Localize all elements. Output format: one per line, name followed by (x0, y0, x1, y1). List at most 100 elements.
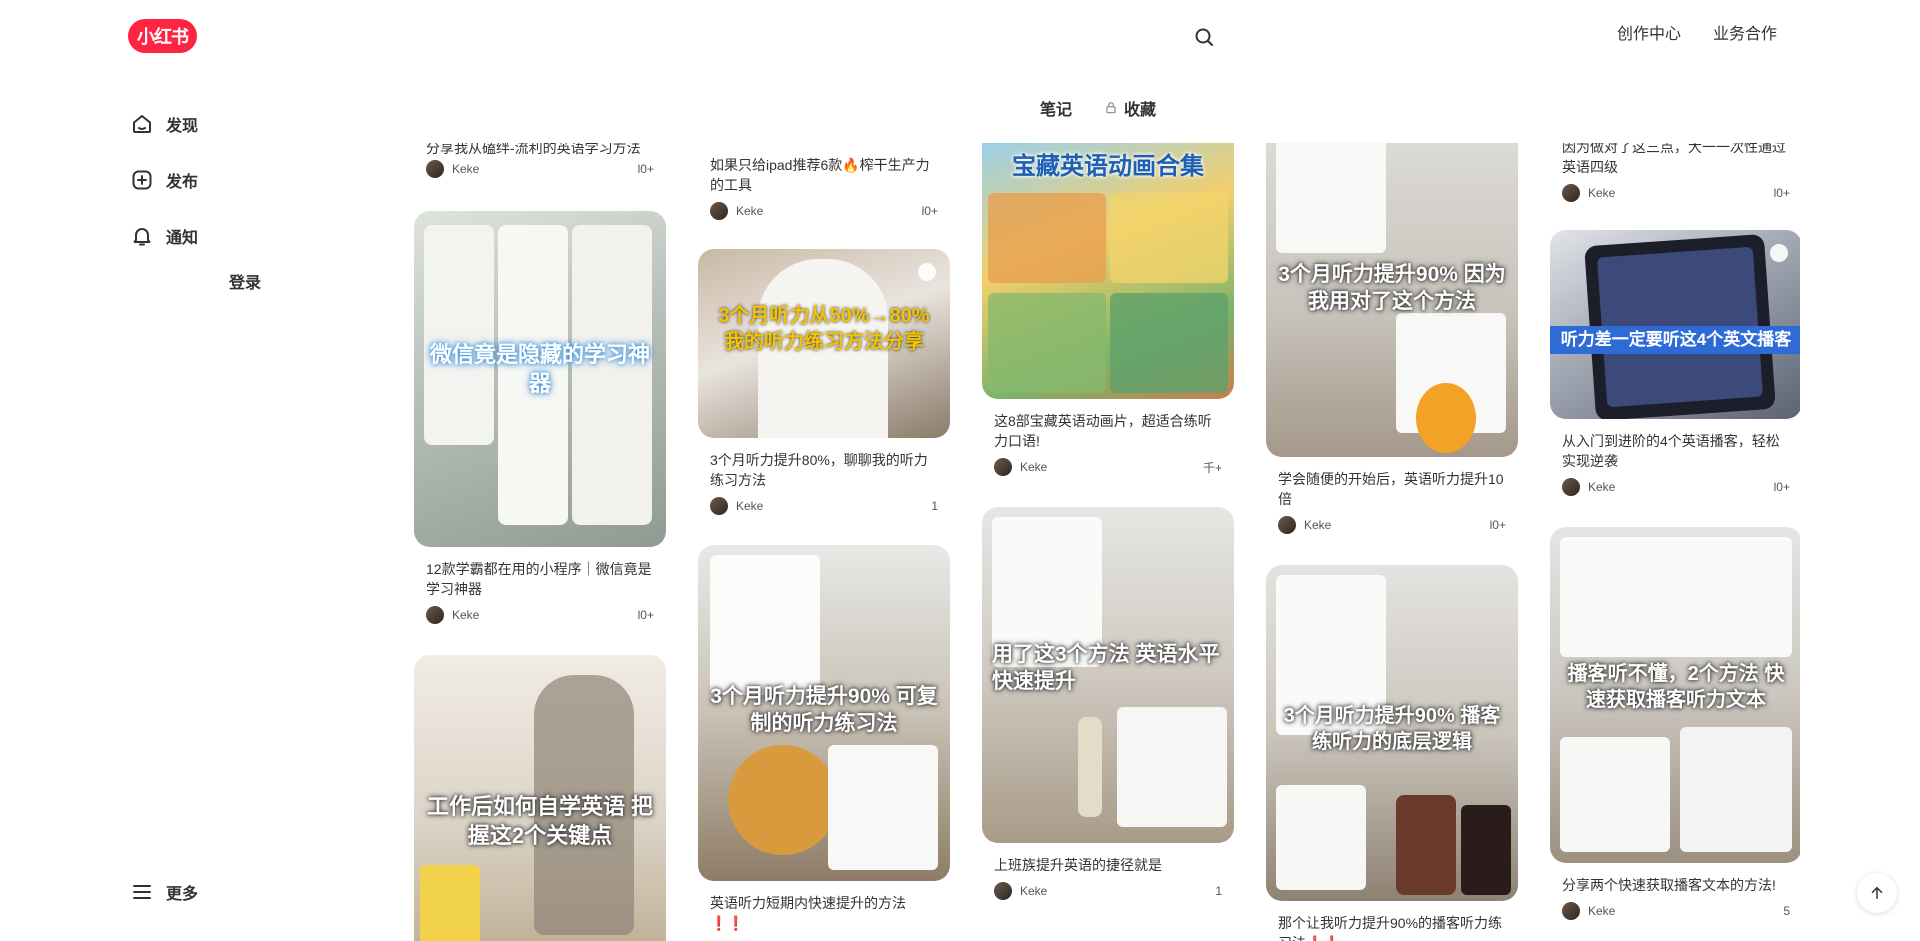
note-card[interactable]: 3个月听力提升90% 可复制的听力练习法 英语听力短期内快速提升的方法❗️❗️ (698, 545, 950, 933)
plus-square-icon (132, 170, 152, 190)
note-cover[interactable]: 用了这3个方法 英语水平快速提升 (982, 507, 1234, 843)
cover-text: 3个月听力提升90% 播客练听力的底层逻辑 (1283, 705, 1501, 753)
like-count[interactable]: l0+ (638, 608, 654, 622)
sidebar: 发现 发布 通知 (128, 96, 368, 264)
business-link[interactable]: 业务合作 (1713, 25, 1777, 45)
note-title: 因为做对了这三点，大一一次性通过英语四级 (1562, 143, 1786, 175)
note-card[interactable]: 3个月听力提升90% 因为我用对了这个方法 学会随便的开始后，英语听力提升10倍… (1266, 143, 1518, 535)
tab-label: 收藏 (1124, 102, 1157, 119)
note-cover[interactable]: 3个月听力提升90% 播客练听力的底层逻辑 (1266, 565, 1518, 901)
cover-text: 用了这3个方法 英语水平快速提升 (992, 643, 1220, 694)
cover-text: 听力差一定要听这4个英文播客 (1550, 326, 1800, 355)
note-card[interactable]: 3个月听力从50%→80% 我的听力练习方法分享 3个月听力提升80%，聊聊我的… (698, 249, 950, 516)
avatar[interactable] (1278, 516, 1296, 534)
note-title: 上班族提升英语的捷径就是 (994, 857, 1162, 873)
like-count[interactable]: 5 (1783, 904, 1790, 918)
note-title: 那个让我听力提升90%的播客听力练习法❗️❗️ (1278, 915, 1503, 941)
author-name[interactable]: Keke (452, 162, 638, 176)
note-cover[interactable]: 宝藏英语动画合集 (982, 143, 1234, 399)
note-cover[interactable]: 微信竟是隐藏的学习神器 (414, 211, 666, 547)
cover-text: 工作后如何自学英语 把握这2个关键点 (426, 794, 654, 848)
note-card[interactable]: 微信竟是隐藏的学习神器 12款学霸都在用的小程序｜微信竟是学习神器 Keke l… (414, 211, 666, 625)
like-count[interactable]: l0+ (638, 162, 654, 176)
avatar[interactable] (710, 497, 728, 515)
note-cover[interactable]: 3个月听力从50%→80% 我的听力练习方法分享 (698, 249, 950, 438)
login-button[interactable]: 登录 (210, 266, 280, 296)
notes-feed: 分享我从磕绊-流利的英语学习方法 Keke l0+ 微信竟是隐藏的学习神器 12… (410, 143, 1800, 941)
like-count[interactable]: 1 (931, 499, 938, 513)
like-count[interactable]: l0+ (922, 204, 938, 218)
cover-text: 3个月听力从50%→80% 我的听力练习方法分享 (718, 305, 930, 353)
author-name[interactable]: Keke (1020, 460, 1203, 474)
note-card[interactable]: 播客听不懂，2个方法 快速获取播客听力文本 分享两个快速获取播客文本的方法! K… (1550, 527, 1800, 921)
bell-icon (133, 228, 151, 246)
avatar[interactable] (1562, 184, 1580, 202)
like-count[interactable]: l0+ (1490, 518, 1506, 532)
author-name[interactable]: Keke (1304, 518, 1490, 532)
cover-text: 微信竟是隐藏的学习神器 (429, 342, 650, 396)
note-card[interactable]: 因为做对了这三点，大一一次性通过英语四级 Keke l0+ (1550, 143, 1800, 203)
like-count[interactable]: l0+ (1774, 480, 1790, 494)
like-count[interactable]: 千+ (1203, 459, 1222, 476)
tab-notes[interactable]: 笔记 (1040, 96, 1072, 120)
note-title: 分享我从磕绊-流利的英语学习方法 (426, 143, 641, 155)
creator-center-link[interactable]: 创作中心 (1617, 25, 1681, 45)
avatar[interactable] (1562, 478, 1580, 496)
note-card[interactable]: 宝藏英语动画合集 这8部宝藏英语动画片，超适合练听力口语! Keke 千+ (982, 143, 1234, 477)
note-title: 英语听力短期内快速提升的方法❗️❗️ (710, 895, 906, 931)
author-name[interactable]: Keke (736, 204, 922, 218)
more-menu-button[interactable]: 更多 (128, 880, 198, 904)
like-count[interactable]: l0+ (1774, 186, 1790, 200)
cover-text: 播客听不懂，2个方法 快速获取播客听力文本 (1567, 663, 1785, 711)
home-icon (133, 115, 151, 133)
author-name[interactable]: Keke (1588, 186, 1774, 200)
author-name[interactable]: Keke (1588, 480, 1774, 494)
tab-label: 笔记 (1040, 102, 1073, 119)
cover-text: 3个月听力提升90% 因为我用对了这个方法 (1278, 263, 1506, 314)
note-card[interactable]: 如果只给ipad推荐6款🔥榨干生产力的工具 Keke l0+ (698, 155, 950, 221)
note-card[interactable]: 工作后如何自学英语 把握这2个关键点 (414, 655, 666, 941)
lock-icon (1106, 102, 1116, 114)
note-cover[interactable]: 播客听不懂，2个方法 快速获取播客听力文本 (1550, 527, 1800, 863)
note-title: 学会随便的开始后，英语听力提升10倍 (1278, 471, 1504, 507)
note-cover[interactable]: 听力差一定要听这4个英文播客 (1550, 230, 1800, 419)
avatar[interactable] (426, 160, 444, 178)
note-card[interactable]: 分享我从磕绊-流利的英语学习方法 Keke l0+ (414, 143, 666, 179)
note-title: 如果只给ipad推荐6款🔥榨干生产力的工具 (710, 157, 930, 193)
avatar[interactable] (1562, 902, 1580, 920)
logo[interactable]: 小红书 (128, 19, 197, 53)
cover-text: 3个月听力提升90% 可复制的听力练习法 (710, 685, 938, 736)
search-icon[interactable] (1192, 25, 1216, 49)
note-cover[interactable]: 3个月听力提升90% 可复制的听力练习法 (698, 545, 950, 881)
note-card[interactable]: 3个月听力提升90% 播客练听力的底层逻辑 那个让我听力提升90%的播客听力练习… (1266, 565, 1518, 941)
note-cover[interactable]: 工作后如何自学英语 把握这2个关键点 (414, 655, 666, 941)
menu-icon (133, 885, 151, 899)
sidebar-item-discover[interactable]: 发现 (128, 96, 368, 152)
profile-tabs: 笔记 收藏 (1040, 96, 1156, 120)
avatar[interactable] (994, 882, 1012, 900)
author-name[interactable]: Keke (1020, 884, 1215, 898)
author-name[interactable]: Keke (736, 499, 931, 513)
more-label: 更多 (166, 886, 199, 903)
note-title: 分享两个快速获取播客文本的方法! (1562, 877, 1776, 893)
note-cover[interactable]: 3个月听力提升90% 因为我用对了这个方法 (1266, 143, 1518, 457)
note-card[interactable]: 听力差一定要听这4个英文播客 从入门到进阶的4个英语播客，轻松实现逆袭 Keke… (1550, 230, 1800, 497)
tab-collections[interactable]: 收藏 (1104, 96, 1156, 120)
note-title: 从入门到进阶的4个英语播客，轻松实现逆袭 (1562, 433, 1780, 469)
like-count[interactable]: 1 (1215, 884, 1222, 898)
cover-text: 宝藏英语动画合集 (1012, 153, 1204, 180)
avatar[interactable] (710, 202, 728, 220)
avatar[interactable] (994, 458, 1012, 476)
author-name[interactable]: Keke (452, 608, 638, 622)
sidebar-item-label: 发现 (166, 118, 199, 135)
note-card[interactable]: 用了这3个方法 英语水平快速提升 上班族提升英语的捷径就是 Keke 1 (982, 507, 1234, 901)
author-name[interactable]: Keke (1588, 904, 1783, 918)
note-title: 这8部宝藏英语动画片，超适合练听力口语! (994, 413, 1212, 449)
sidebar-item-notifications[interactable]: 通知 (128, 208, 368, 264)
avatar[interactable] (426, 606, 444, 624)
sidebar-item-label: 通知 (166, 230, 199, 247)
sidebar-item-label: 发布 (166, 174, 199, 191)
back-to-top-button[interactable] (1857, 873, 1897, 913)
sidebar-item-publish[interactable]: 发布 (128, 152, 368, 208)
arrow-up-icon (1871, 887, 1883, 899)
